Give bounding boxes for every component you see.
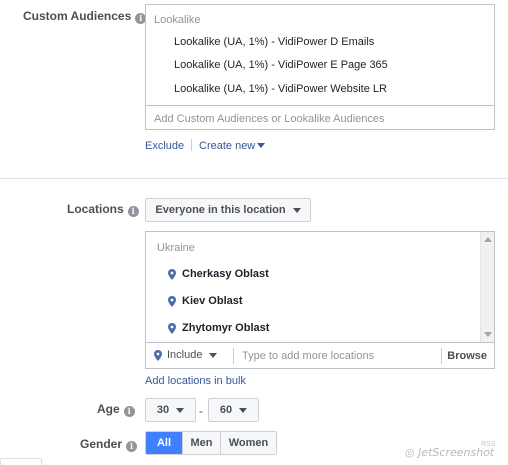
location-search-input[interactable]: Type to add more locations <box>242 350 374 362</box>
audience-group-label: Lookalike <box>154 14 201 26</box>
locations-scrollbar[interactable] <box>480 232 494 342</box>
info-icon[interactable]: i <box>126 441 138 452</box>
browse-button[interactable]: Browse <box>447 350 487 362</box>
location-item[interactable]: Cherkasy Oblast <box>168 268 269 280</box>
divider <box>441 348 442 364</box>
exclude-link[interactable]: Exclude <box>145 140 184 152</box>
audience-item[interactable]: Lookalike (UA, 1%) - VidiPower Website L… <box>174 83 387 95</box>
location-pin-icon <box>168 295 176 307</box>
add-locations-bulk-link[interactable]: Add locations in bulk <box>145 375 246 387</box>
divider <box>233 348 234 364</box>
divider <box>146 342 494 343</box>
audience-item[interactable]: Lookalike (UA, 1%) - VidiPower E Page 36… <box>174 59 388 71</box>
chevron-down-icon <box>176 407 185 413</box>
chevron-down-icon <box>292 207 301 213</box>
gender-label: Gender i <box>80 437 138 452</box>
custom-audiences-label: Custom Audiences i <box>23 9 147 24</box>
location-group-label: Ukraine <box>157 242 195 254</box>
age-min-dropdown[interactable]: 30 <box>145 398 196 422</box>
gender-men-button[interactable]: Men <box>182 432 220 454</box>
section-divider <box>0 178 508 179</box>
locations-label: Locations i <box>67 202 139 217</box>
footer-tab <box>0 458 42 465</box>
locations-box[interactable]: Ukraine Cherkasy Oblast Kiev Oblast Zhyt… <box>145 231 495 369</box>
info-icon[interactable]: i <box>127 206 139 217</box>
audience-item[interactable]: Lookalike (UA, 1%) - VidiPower D Emails <box>174 36 374 48</box>
location-pin-icon <box>154 349 162 361</box>
location-pin-icon <box>168 268 176 280</box>
location-type-dropdown[interactable]: Everyone in this location <box>145 198 311 222</box>
gender-selector: All Men Women <box>145 431 277 455</box>
info-icon[interactable]: i <box>123 406 135 417</box>
custom-audiences-input[interactable]: Add Custom Audiences or Lookalike Audien… <box>154 113 385 125</box>
chevron-down-icon <box>209 352 218 358</box>
gender-all-button[interactable]: All <box>146 432 182 454</box>
include-dropdown[interactable]: Include <box>154 349 218 361</box>
watermark-logo: ◎ JetScreenshot <box>405 446 495 459</box>
divider <box>146 105 494 106</box>
age-label: Age i <box>97 402 135 417</box>
age-max-dropdown[interactable]: 60 <box>208 398 259 422</box>
location-item[interactable]: Zhytomyr Oblast <box>168 322 269 334</box>
gender-women-button[interactable]: Women <box>220 432 276 454</box>
chevron-down-icon <box>239 407 248 413</box>
scroll-up-icon[interactable] <box>484 237 492 242</box>
age-separator: - <box>199 404 203 418</box>
location-item[interactable]: Kiev Oblast <box>168 295 243 307</box>
scroll-down-icon[interactable] <box>484 332 492 337</box>
create-new-link[interactable]: Create new <box>199 140 266 152</box>
custom-audiences-box[interactable]: Lookalike Lookalike (UA, 1%) - VidiPower… <box>145 4 495 130</box>
chevron-down-icon <box>257 143 266 148</box>
divider <box>191 139 192 151</box>
location-pin-icon <box>168 322 176 334</box>
